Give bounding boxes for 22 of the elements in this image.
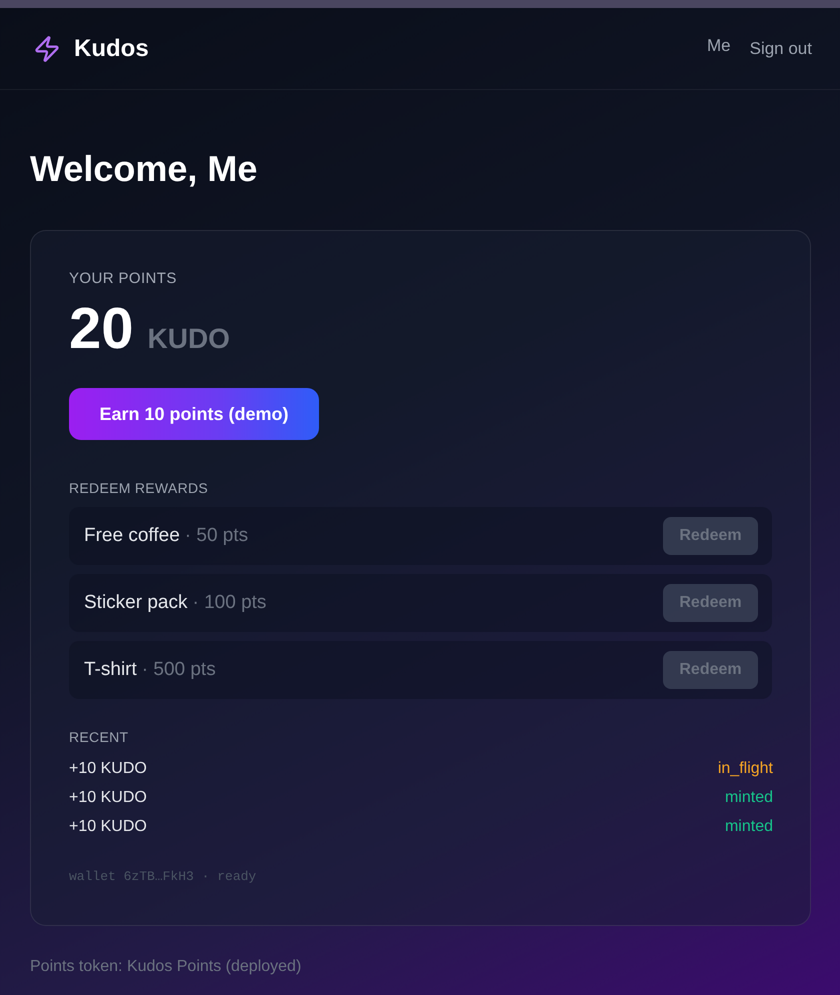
footer-note: Points token: Kudos Points (deployed) (30, 957, 302, 977)
transaction-status: in_flight (718, 760, 773, 778)
transaction-status: minted (724, 788, 773, 806)
lightning-icon (33, 34, 61, 62)
points-value: 20 (69, 297, 134, 361)
page-title: Welcome, Me (30, 147, 258, 191)
earn-button[interactable]: Earn 10 points (demo) (69, 388, 319, 440)
transaction-status: minted (724, 818, 773, 836)
reward-label: Sticker pack · 100 pts (84, 592, 266, 614)
points-label: YOUR POINTS (69, 269, 178, 289)
points-unit: KUDO (148, 323, 230, 355)
transaction-amount: +10 KUDO (69, 788, 147, 806)
reward-label: T-shirt · 500 pts (84, 659, 216, 681)
section-heading: REDEEM REWARDS (69, 479, 210, 497)
reward-label: Free coffee · 50 pts (84, 525, 248, 547)
user-link[interactable]: Me (706, 36, 731, 56)
wallet-status: wallet 6zTB…FkH3 · ready (69, 868, 258, 886)
section-heading: RECENT (69, 728, 130, 746)
sign-out-link[interactable]: Sign out (750, 38, 812, 58)
brand-name: Kudos (74, 34, 149, 62)
transaction-amount: +10 KUDO (69, 818, 147, 836)
transaction-amount: +10 KUDO (69, 760, 147, 778)
